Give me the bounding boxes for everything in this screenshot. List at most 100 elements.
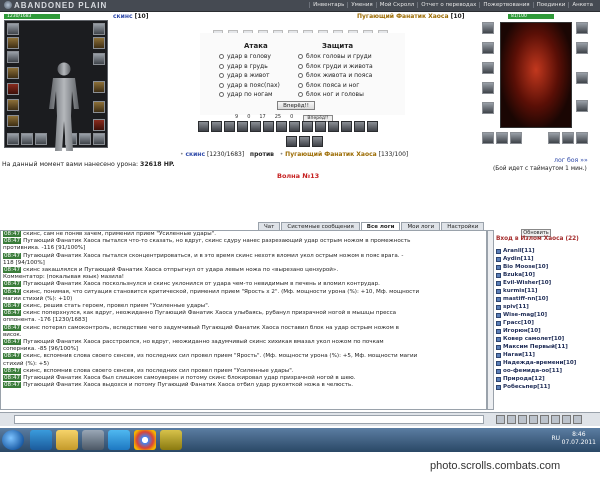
user-name[interactable]: kurmis[11]	[503, 287, 537, 295]
enemy-shield-slot[interactable]	[576, 42, 588, 54]
chat-tool-icon[interactable]	[507, 415, 516, 424]
enemy-rune-6[interactable]	[576, 132, 588, 144]
chat-tool-icon[interactable]	[551, 415, 560, 424]
menu-inventory[interactable]: Инвентарь	[309, 2, 347, 8]
enemy-rune-2[interactable]	[496, 132, 508, 144]
enemy-armor-slot[interactable]	[482, 62, 494, 74]
user-item[interactable]: Робесьпер[11]	[494, 383, 594, 391]
enemy-gloves-slot[interactable]	[576, 72, 588, 84]
language-indicator[interactable]: RU	[551, 435, 560, 442]
user-name[interactable]: Нагаи[11]	[503, 351, 535, 359]
menu-donations[interactable]: Пожертвования	[479, 2, 532, 8]
user-item[interactable]: Wise-mag[10]	[494, 311, 594, 319]
user-name[interactable]: mastiff-nn[10]	[503, 295, 548, 303]
user-item[interactable]: Bio Moose[10]	[494, 263, 594, 271]
defence-chest-belly[interactable]: блок груди и живота	[298, 62, 403, 72]
attack-chest[interactable]: удар в грудь	[219, 62, 305, 72]
versus-enemy[interactable]: Пугающий Фанатик Хаоса	[285, 151, 377, 158]
enemy-weapon-slot[interactable]	[482, 42, 494, 54]
media-icon[interactable]	[82, 430, 104, 450]
skill-icon[interactable]	[302, 121, 313, 132]
skill-icon[interactable]	[276, 121, 287, 132]
user-name[interactable]: Evil-Wisher[10]	[503, 279, 551, 287]
radio-icon[interactable]	[219, 54, 224, 60]
menu-fights[interactable]: Поединки	[532, 2, 569, 8]
user-name[interactable]: Максим Первый[11]	[503, 343, 568, 351]
enemy-belt-slot[interactable]	[482, 82, 494, 94]
user-item[interactable]: Максим Первый[11]	[494, 343, 594, 351]
user-name[interactable]: Грасс[10]	[503, 319, 534, 327]
menu-profile[interactable]: Анкета	[568, 2, 596, 8]
user-name[interactable]: Wise-mag[10]	[503, 311, 547, 319]
rune-slot-1[interactable]	[7, 133, 19, 145]
user-item[interactable]: Aranll[11]	[494, 247, 594, 255]
folder-icon[interactable]	[56, 430, 78, 450]
ring-slot[interactable]	[7, 99, 19, 111]
defence-belly-waist[interactable]: блок живота и пояса	[298, 71, 403, 81]
user-item[interactable]: оо-фемида-оо[11]	[494, 367, 594, 375]
user-name[interactable]: оо-фемида-оо[11]	[503, 367, 562, 375]
shield-slot[interactable]	[93, 53, 105, 65]
user-name[interactable]: Bio Moose[10]	[503, 263, 548, 271]
user-name[interactable]: Надежда-времени[10]	[503, 359, 576, 367]
weapon-slot[interactable]	[7, 51, 19, 63]
defence-legs-head[interactable]: блок ног и головы	[298, 90, 403, 100]
clock[interactable]: 8:46 07.07.2011	[562, 431, 596, 447]
user-item[interactable]: spiv[11]	[494, 303, 594, 311]
skill-icon[interactable]	[237, 121, 248, 132]
enemy-name[interactable]: Пугающий Фанатик Хаоса	[357, 13, 449, 20]
skill-icon[interactable]	[263, 121, 274, 132]
attack-belly[interactable]: удар в живот	[219, 71, 305, 81]
skill-icon[interactable]	[328, 121, 339, 132]
user-item[interactable]: Нагаи[11]	[494, 351, 594, 359]
skill-icon[interactable]	[354, 121, 365, 132]
bracer-slot[interactable]	[93, 37, 105, 49]
user-item[interactable]: mastiff-nn[10]	[494, 295, 594, 303]
enemy-rune-5[interactable]	[562, 132, 574, 144]
radio-icon[interactable]	[298, 82, 303, 88]
chrome-icon[interactable]	[134, 430, 156, 450]
amulet-slot[interactable]	[7, 37, 19, 49]
chat-tool-icon[interactable]	[540, 415, 549, 424]
enemy-rune-3[interactable]	[510, 132, 522, 144]
defence-head-chest[interactable]: блок головы и груди	[298, 52, 403, 62]
chat-tool-icon[interactable]	[529, 415, 538, 424]
earring-slot[interactable]	[93, 23, 105, 35]
start-button-icon[interactable]	[2, 430, 24, 450]
enemy-boots-slot[interactable]	[576, 100, 588, 112]
radio-icon[interactable]	[298, 63, 303, 69]
user-item[interactable]: Надежда-времени[10]	[494, 359, 594, 367]
chat-input[interactable]	[14, 415, 484, 424]
radio-icon[interactable]	[298, 73, 303, 79]
versus-player[interactable]: скинс	[185, 151, 205, 158]
user-item[interactable]: kurmis[11]	[494, 287, 594, 295]
user-name[interactable]: Aydin[11]	[503, 255, 534, 263]
ring-slot-2[interactable]	[7, 115, 19, 127]
user-item[interactable]: Ковер самолет[10]	[494, 335, 594, 343]
skill-icon[interactable]	[286, 136, 297, 147]
user-name[interactable]: spiv[11]	[503, 303, 529, 311]
chat-tool-icon[interactable]	[496, 415, 505, 424]
radio-icon[interactable]	[219, 82, 224, 88]
enemy-earring-slot[interactable]	[576, 22, 588, 34]
ie-icon[interactable]	[30, 430, 52, 450]
user-item[interactable]: Игорюн[10]	[494, 327, 594, 335]
enemy-ring-slot[interactable]	[482, 102, 494, 114]
menu-my-scroll[interactable]: Мой Скролл	[375, 2, 417, 8]
skype-icon[interactable]	[108, 430, 130, 450]
belt-slot[interactable]	[7, 83, 19, 95]
skill-icon[interactable]	[289, 121, 300, 132]
enemy-rune-4[interactable]	[548, 132, 560, 144]
skill-icon[interactable]	[250, 121, 261, 132]
radio-icon[interactable]	[298, 54, 303, 60]
skill-icon[interactable]	[198, 121, 209, 132]
user-name[interactable]: Робесьпер[11]	[503, 383, 550, 391]
user-name[interactable]: Игорюн[10]	[503, 327, 541, 335]
user-item[interactable]: Природа[12]	[494, 375, 594, 383]
player-name[interactable]: скинс	[113, 13, 133, 20]
gloves-slot[interactable]	[93, 81, 105, 93]
forward-button[interactable]: Вперёд!!	[277, 101, 315, 110]
enemy-rune-1[interactable]	[482, 132, 494, 144]
chat-tool-icon[interactable]	[562, 415, 571, 424]
user-name[interactable]: Aranll[11]	[503, 247, 535, 255]
